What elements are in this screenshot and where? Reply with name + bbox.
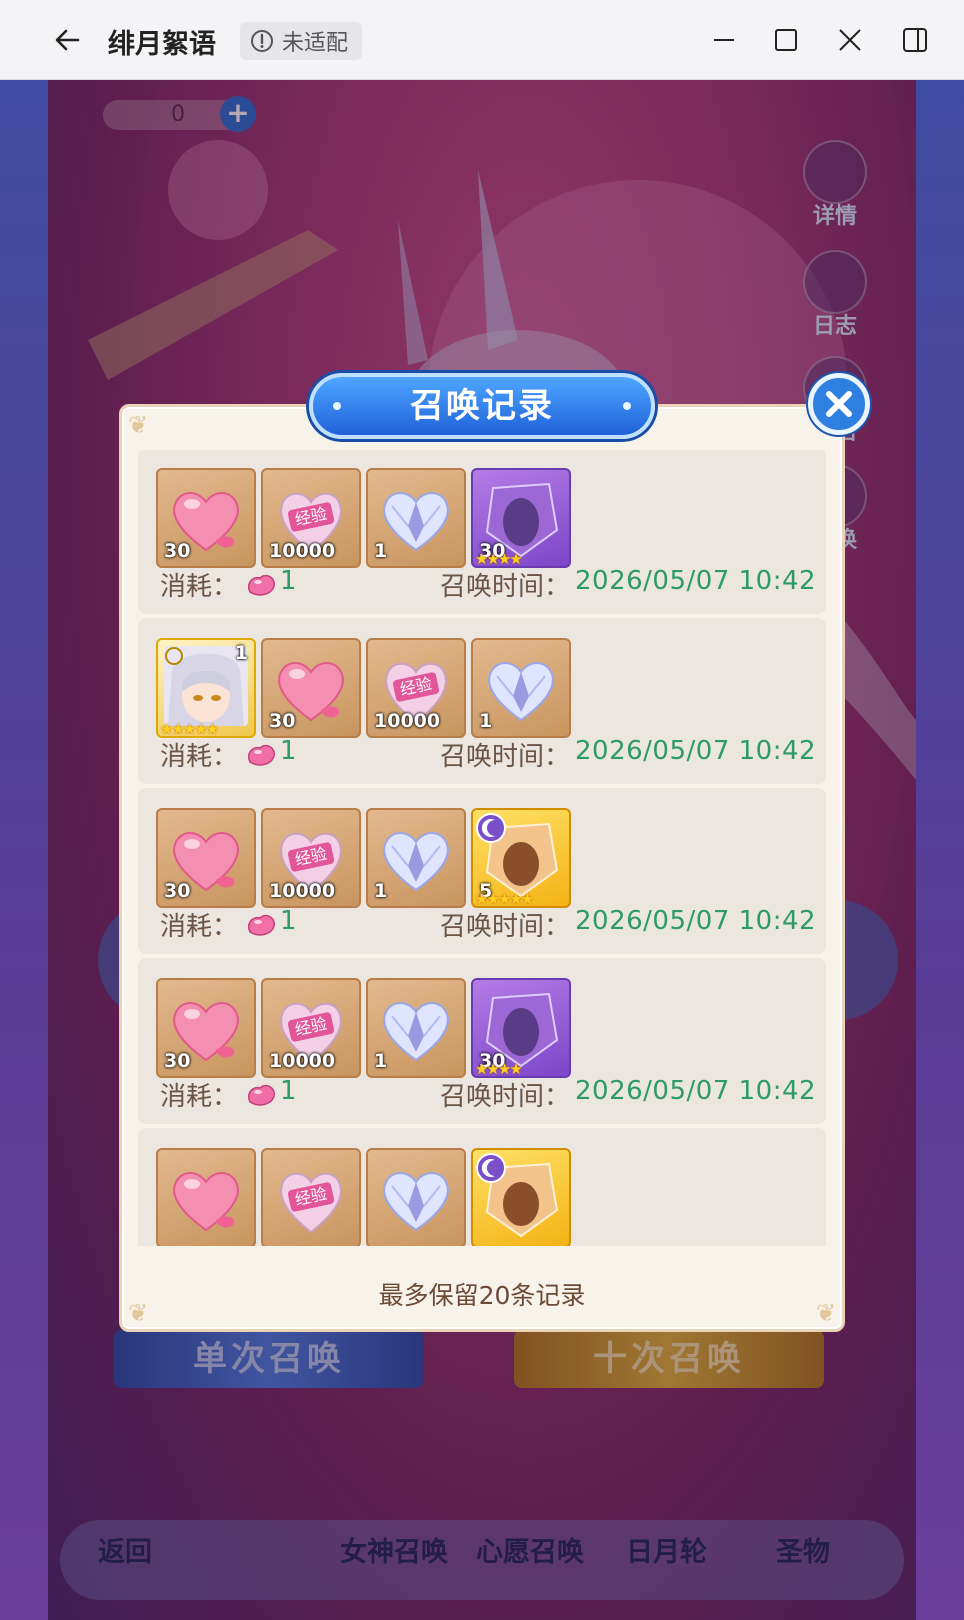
reward-item[interactable]: 30 ★★★★ [471,978,571,1078]
record-row: 30 经验 10000 1 30 ★★★★ 消耗： 1 召唤时间： 2026/05/07 10:4… [138,450,826,614]
summon-time-label: 召唤时间： [440,742,571,772]
record-row: 1 ★★★★★ 30 经验 10000 1 消耗： 1 召唤时间： 2026/05/07 10:4… [138,618,826,784]
wish-token-icon [244,910,278,944]
title-ornament [333,402,341,410]
corner-ornament: ❦ [128,411,149,439]
close-window-icon[interactable] [830,20,870,60]
item-count: 30 [164,1050,191,1072]
compat-badge[interactable]: 未适配 [240,22,363,60]
item-count: 30 [269,710,296,732]
item-count: 1 [374,540,388,562]
title-ornament [623,402,631,410]
dialog-close-button[interactable] [808,373,870,435]
item-count: 30 [164,540,191,562]
dialog-title-banner: 召唤记录 [309,373,655,439]
cost-label: 消耗： [160,1082,239,1112]
reward-item[interactable]: 经验 10000 [261,468,361,568]
item-count: 1 [234,642,248,664]
summon-record-list[interactable]: 30 经验 10000 1 30 ★★★★ 消耗： 1 召唤时间： 2026/05/07 10:4… [138,450,826,1246]
reward-item[interactable]: 30 [156,468,256,568]
item-count: 10000 [269,880,336,902]
reward-item[interactable]: 1 [366,978,466,1078]
reward-item[interactable] [156,1148,256,1246]
minimize-icon[interactable] [704,20,744,60]
item-count: 1 [374,880,388,902]
summon-time-value: 2026/05/07 10:42 [575,1076,817,1106]
record-row: 经验 [138,1128,826,1246]
wish-token-icon [244,1080,278,1114]
reward-item[interactable]: 30 ★★★★ [471,468,571,568]
cost-value: 1 [280,1076,297,1106]
record-row: 30 经验 10000 1 5 ★★★★★ 消耗： 1 召唤时间： 2026/05/07 10:4… [138,788,826,954]
record-row: 30 经验 10000 1 30 ★★★★ 消耗： 1 召唤时间： 2026/05/07 10:4… [138,958,826,1124]
reward-item[interactable]: 1 [366,808,466,908]
item-count: 10000 [374,710,441,732]
record-limit-note: 最多保留20条记录 [378,1281,586,1310]
item-count: 30 [164,880,191,902]
item-count: 1 [374,1050,388,1072]
window-side-backdrop-left [0,80,48,1620]
window-titlebar: 绯月絮语 未适配 [0,0,964,80]
item-count: 10000 [269,540,336,562]
maximize-icon[interactable] [766,20,806,60]
reward-item[interactable]: 经验 10000 [261,808,361,908]
reward-item[interactable]: 1 [471,638,571,738]
window-side-backdrop-right [916,80,964,1620]
back-arrow-icon[interactable] [48,20,88,60]
window-title: 绯月絮语 [108,29,216,60]
summon-time-value: 2026/05/07 10:42 [575,736,817,766]
warning-circle-icon [251,30,273,52]
wish-token-icon [244,740,278,774]
dialog-title: 召唤记录 [410,386,554,426]
cost-label: 消耗： [160,742,239,772]
close-icon [826,391,852,417]
sidebar-toggle-icon[interactable] [895,20,935,60]
cost-label: 消耗： [160,572,239,602]
reward-item[interactable]: 5 ★★★★★ [471,808,571,908]
reward-item[interactable]: 30 [156,978,256,1078]
cost-value: 1 [280,906,297,936]
item-count: 1 [479,710,493,732]
summon-time-label: 召唤时间： [440,1082,571,1112]
summon-time-value: 2026/05/07 10:42 [575,906,817,936]
reward-item[interactable]: 30 [156,808,256,908]
cost-value: 1 [280,736,297,766]
reward-item[interactable]: 1 [366,468,466,568]
reward-item[interactable]: 1 ★★★★★ [156,638,256,738]
summon-time-value: 2026/05/07 10:42 [575,566,817,596]
compat-badge-label: 未适配 [282,31,349,56]
reward-item[interactable]: 经验 10000 [366,638,466,738]
item-count: 10000 [269,1050,336,1072]
reward-item[interactable]: 经验 [261,1148,361,1246]
reward-item[interactable] [366,1148,466,1246]
summon-time-label: 召唤时间： [440,912,571,942]
reward-item[interactable]: 30 [261,638,361,738]
reward-item[interactable]: 经验 10000 [261,978,361,1078]
summon-time-label: 召唤时间： [440,572,571,602]
cost-value: 1 [280,566,297,596]
wish-token-icon [244,570,278,604]
cost-label: 消耗： [160,912,239,942]
reward-item[interactable] [471,1148,571,1246]
